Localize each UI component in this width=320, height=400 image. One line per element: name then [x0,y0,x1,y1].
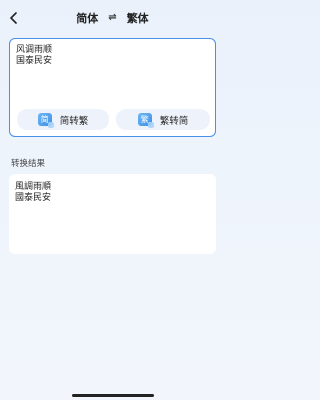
result-card: 風調雨順 國泰民安 [9,174,216,254]
swap-arrows-icon[interactable]: ⇌ [108,13,116,23]
source-text-input[interactable]: 风调雨顺 国泰民安 [16,45,211,100]
simplified-to-traditional-button[interactable]: 简 简转繁 [17,109,109,130]
input-card: 风调雨顺 国泰民安 简 简转繁 繁 繁转简 [9,38,216,137]
simplified-char-icon: 简 [37,113,54,128]
traditional-to-simplified-button[interactable]: 繁 繁转简 [116,109,210,130]
header-bar: 简体 ⇌ 繁体 [0,0,225,36]
source-language-label[interactable]: 简体 [76,10,98,26]
s2t-button-label: 简转繁 [59,115,89,127]
target-language-label[interactable]: 繁体 [127,10,149,26]
result-section-label: 转换结果 [11,159,46,169]
language-switcher: 简体 ⇌ 繁体 [0,10,225,26]
home-indicator[interactable] [72,394,154,397]
t2s-button-label: 繁转简 [159,115,189,127]
traditional-char-icon: 繁 [137,113,154,128]
result-text[interactable]: 風調雨順 國泰民安 [15,182,210,204]
